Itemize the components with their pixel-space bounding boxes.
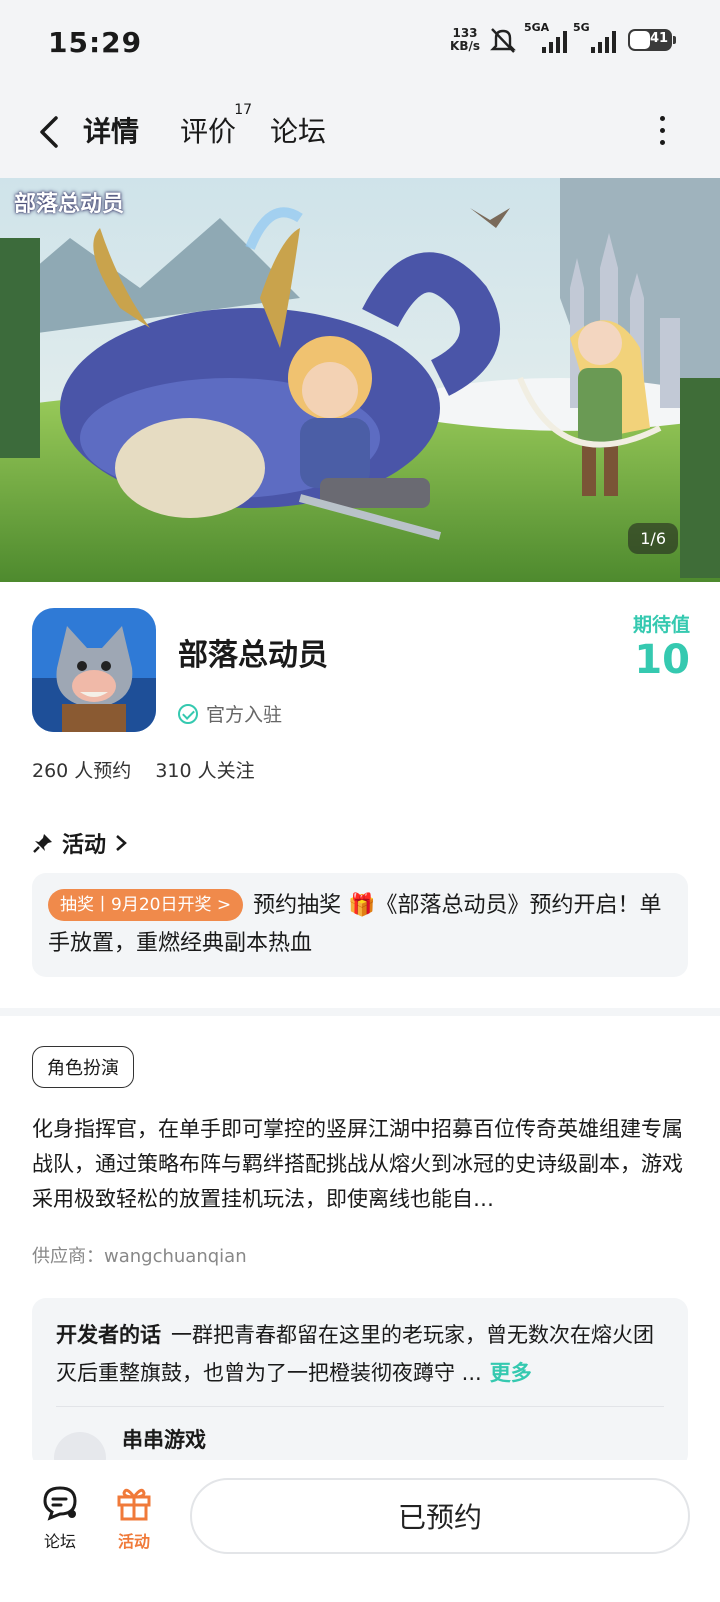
battery-icon: 41 bbox=[628, 29, 676, 51]
status-bar: 15:29 133 KB/s 5GA 5G 41 bbox=[0, 0, 720, 86]
bottom-action-bar: 论坛 活动 已预约 bbox=[0, 1460, 720, 1602]
verified-check-icon bbox=[178, 703, 198, 724]
tab-detail[interactable]: 详情 bbox=[80, 110, 143, 150]
developer-label: 开发者的话 bbox=[56, 1323, 161, 1347]
mute-bell-icon bbox=[490, 28, 516, 53]
forum-chat-icon bbox=[43, 1486, 77, 1521]
status-time: 15:29 bbox=[48, 26, 143, 59]
genre-tag[interactable]: 角色扮演 bbox=[32, 1046, 134, 1088]
tab-forum[interactable]: 论坛 bbox=[270, 110, 326, 150]
carousel-counter: 1/6 bbox=[628, 523, 678, 554]
activity-header[interactable]: 活动 bbox=[32, 827, 128, 859]
signal-5g-icon: 5G bbox=[573, 21, 616, 53]
signal-5ga-icon: 5GA bbox=[524, 21, 567, 53]
supplier-label: 供应商：wangchuanqian bbox=[32, 1246, 247, 1267]
game-logo: 部落总动员 bbox=[14, 192, 125, 217]
banner-artwork bbox=[0, 178, 720, 582]
app-icon bbox=[32, 608, 156, 732]
card-separator bbox=[56, 1406, 664, 1407]
bottom-forum-button[interactable]: 论坛 bbox=[30, 1484, 90, 1552]
network-speed: 133 KB/s bbox=[450, 26, 480, 53]
app-stats: 260 人预约 310 人关注 bbox=[32, 756, 255, 783]
status-icons: 133 KB/s 5GA 5G 41 bbox=[450, 21, 676, 54]
activity-card[interactable]: 抽奖丨9月20日开奖 > 预约抽奖 🎁《部落总动员》预约开启！单手放置，重燃经典副… bbox=[32, 873, 688, 977]
expectation-score: 期待值 10 bbox=[632, 614, 690, 683]
section-divider bbox=[0, 1008, 720, 1016]
app-info-section: 部落总动员 官方入驻 期待值 10 260 人预约 310 人关注 活动 抽奖丨… bbox=[0, 582, 720, 1010]
game-description[interactable]: 化身指挥官，在单手即可掌控的竖屏江湖中招募百位传奇英雄组建专属战队，通过策略布阵… bbox=[32, 1112, 692, 1217]
developer-quote: 开发者的话 一群把青春都留在这里的老玩家，曾无数次在熔火团灭后重整旗鼓，也曾为了一… bbox=[56, 1323, 654, 1385]
top-nav: 详情 评价 17 论坛 bbox=[0, 86, 720, 178]
follower-count: 310 人关注 bbox=[155, 760, 255, 782]
reserved-button[interactable]: 已预约 bbox=[190, 1478, 690, 1554]
developer-note-card[interactable]: 开发者的话 一群把青春都留在这里的老玩家，曾无数次在熔火团灭后重整旗鼓，也曾为了一… bbox=[32, 1298, 688, 1468]
developer-name: 串串游戏 bbox=[122, 1428, 206, 1452]
tab-review[interactable]: 评价 17 bbox=[180, 102, 252, 150]
app-name: 部落总动员 bbox=[178, 638, 328, 673]
pin-icon bbox=[33, 834, 52, 853]
gift-icon bbox=[117, 1488, 151, 1521]
review-count-badge: 17 bbox=[234, 102, 253, 118]
bottom-activity-button[interactable]: 活动 bbox=[104, 1484, 164, 1552]
chevron-right-icon bbox=[116, 835, 127, 851]
lottery-tag: 抽奖丨9月20日开奖 > bbox=[48, 889, 244, 921]
more-link[interactable]: 更多 bbox=[490, 1361, 532, 1385]
reservation-count: 260 人预约 bbox=[32, 760, 132, 782]
more-options-icon[interactable] bbox=[658, 116, 666, 146]
screenshot-carousel[interactable]: 部落总动员 1/6 bbox=[0, 178, 720, 582]
official-badge: 官方入驻 bbox=[178, 700, 282, 727]
back-arrow-icon[interactable] bbox=[34, 112, 66, 152]
